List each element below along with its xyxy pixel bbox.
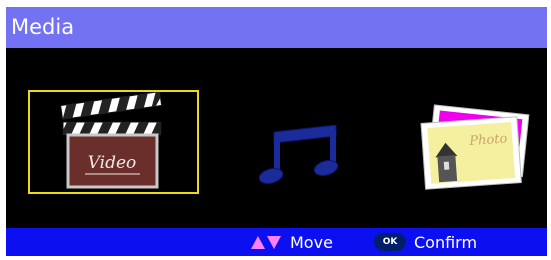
- photo-icon: Photo: [420, 104, 530, 190]
- up-down-arrows-icon: [251, 236, 281, 249]
- video-label: Video: [88, 153, 137, 173]
- menu-item-music[interactable]: [246, 90, 346, 194]
- ok-key-icon: OK: [374, 233, 406, 251]
- photo-label: Photo: [468, 131, 508, 149]
- media-screen: Media Video Photo Move OK Confirm: [6, 7, 547, 256]
- move-label: Move: [290, 232, 333, 252]
- header-bar: Media: [6, 7, 547, 48]
- music-note-icon: [258, 124, 339, 184]
- menu-item-photo[interactable]: Photo: [401, 90, 531, 194]
- move-hint: Move: [250, 228, 333, 256]
- confirm-hint: OK Confirm: [374, 228, 477, 256]
- clapperboard-icon: Video: [60, 92, 163, 189]
- confirm-label: Confirm: [414, 232, 478, 252]
- footer-bar: Move OK Confirm: [6, 228, 547, 256]
- menu-item-video[interactable]: Video: [28, 90, 199, 194]
- page-title: Media: [11, 15, 75, 39]
